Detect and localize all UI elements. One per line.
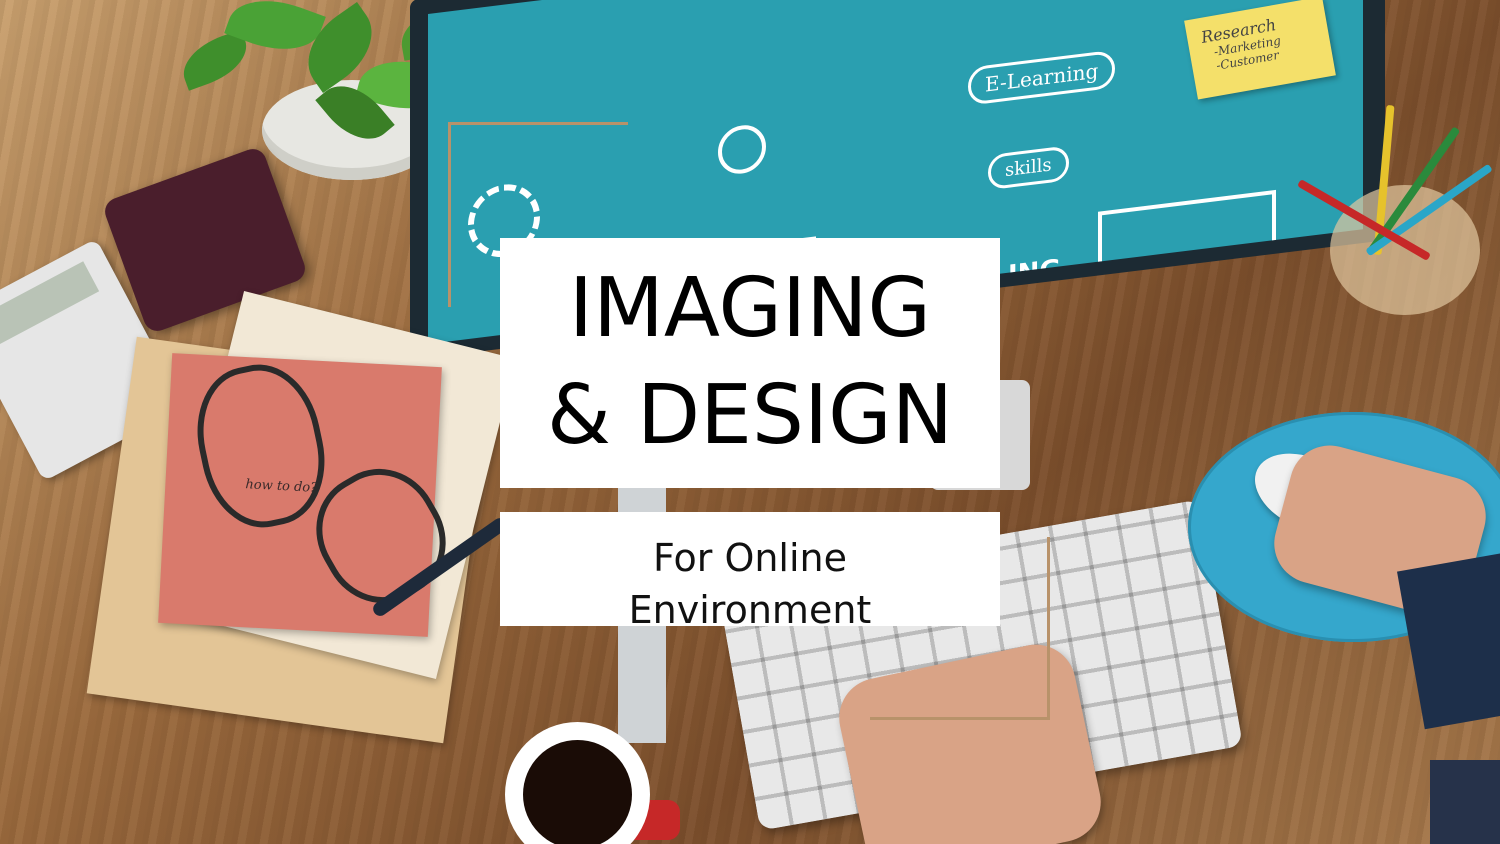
slide-subtitle-line: Environment — [628, 588, 872, 633]
magnifier-icon — [718, 122, 766, 177]
screen-label-elearning: E-Learning — [968, 49, 1116, 106]
pencil-cup — [1297, 104, 1493, 315]
corner-line-right — [1047, 537, 1050, 720]
corner-line-top — [448, 122, 628, 125]
corner-line-bottom — [870, 717, 1050, 720]
slide-title: IMAGING & DESIGN — [547, 256, 953, 469]
title-box: IMAGING & DESIGN — [500, 238, 1000, 488]
corner-line-left — [448, 122, 451, 307]
screen-label-skills: skills — [988, 145, 1069, 191]
slide-title-line: & DESIGN — [546, 368, 954, 463]
sleeve — [1430, 760, 1500, 844]
subtitle-box: For Online Environment — [500, 512, 1000, 632]
slide-subtitle-line: For Online — [652, 536, 848, 580]
slide-title-line: IMAGING — [568, 261, 932, 357]
slide-subtitle: For Online Environment — [500, 512, 1000, 637]
